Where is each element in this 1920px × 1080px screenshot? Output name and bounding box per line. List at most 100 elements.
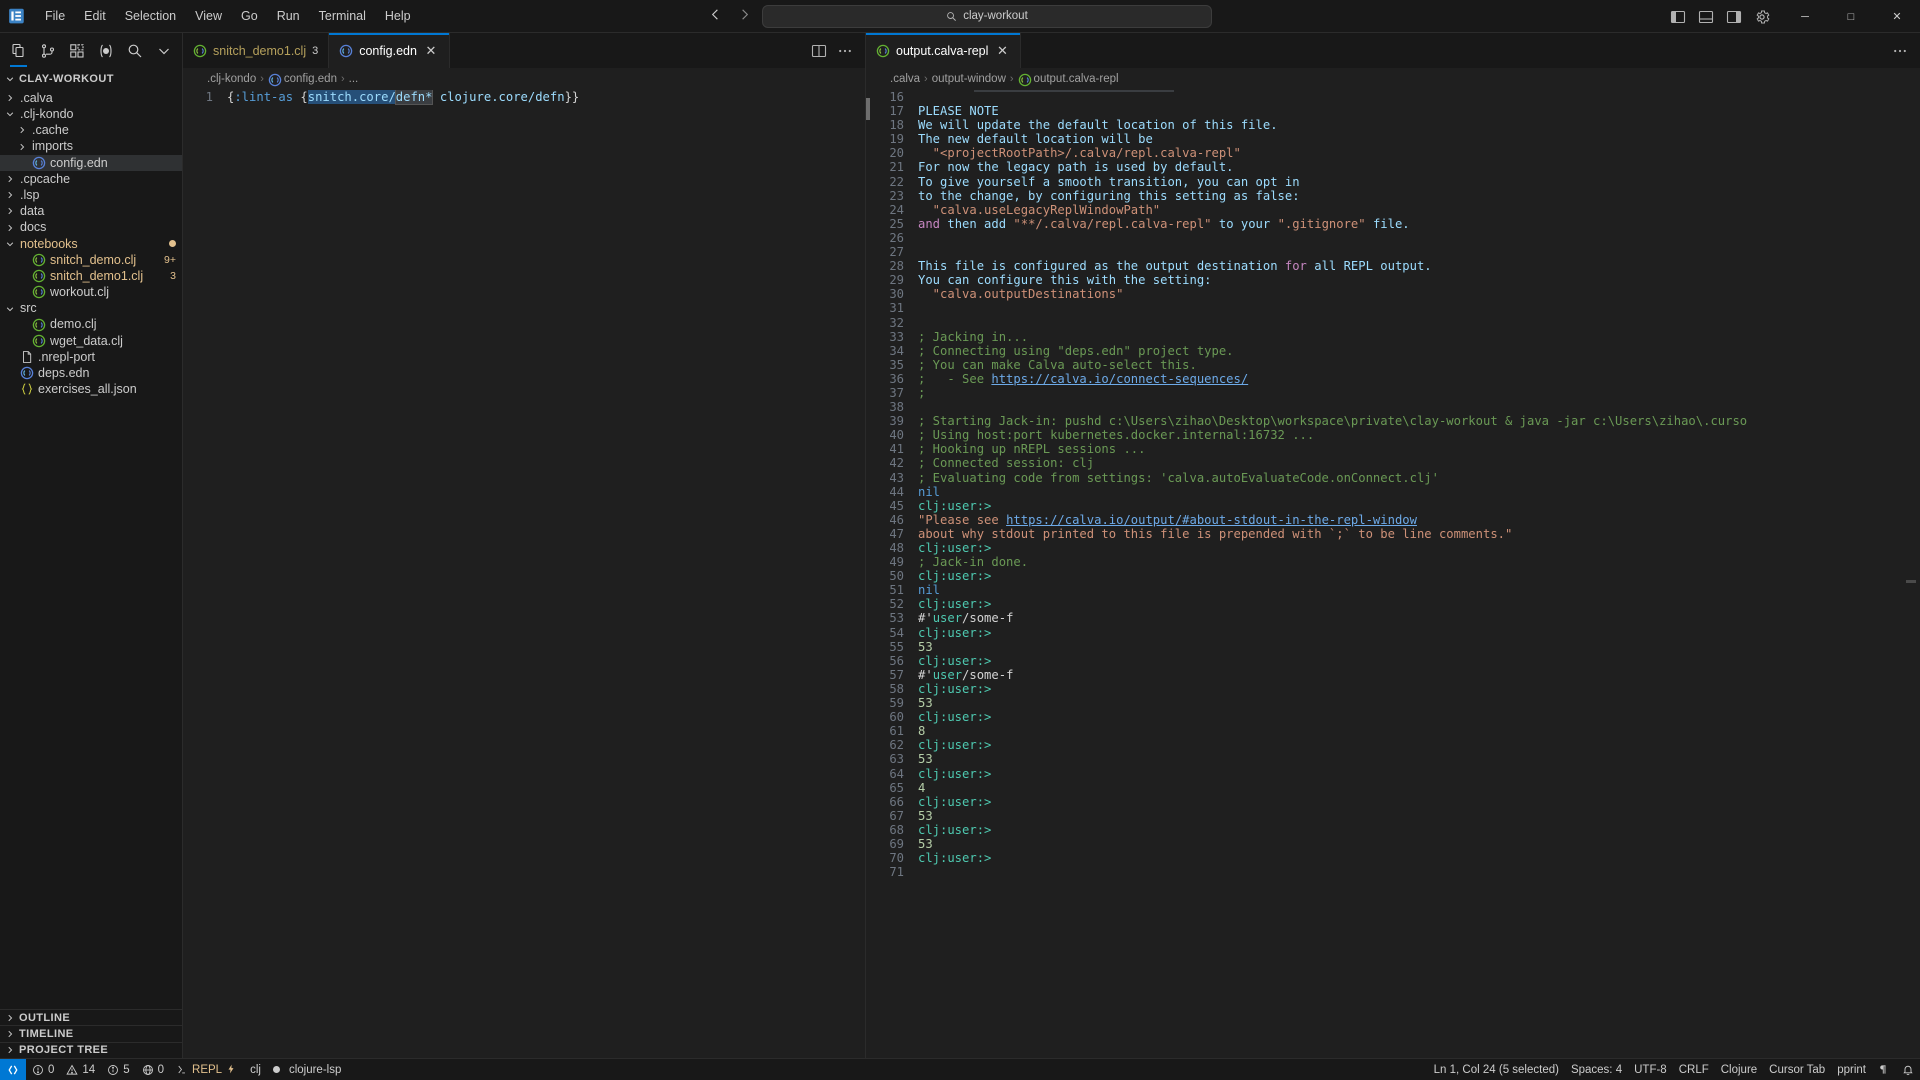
- breadcrumb-item[interactable]: output-window: [932, 73, 1006, 85]
- tree-item-imports[interactable]: imports: [0, 139, 182, 155]
- tree-item-src[interactable]: src: [0, 300, 182, 316]
- status-item-spaces-4[interactable]: Spaces: 4: [1565, 1059, 1628, 1080]
- menu-item-view[interactable]: View: [186, 6, 231, 26]
- tree-item-snitch-demo1-clj[interactable]: snitch_demo1.clj 3: [0, 268, 182, 284]
- arrow-left-icon[interactable]: [708, 7, 723, 26]
- status-item-error[interactable]: 0: [26, 1059, 60, 1080]
- tab-close-icon[interactable]: ✕: [423, 43, 439, 59]
- menu-item-go[interactable]: Go: [232, 6, 267, 26]
- status-left: 0 14 5 0 REPL clj clojure-lsp: [26, 1059, 347, 1080]
- code-line: 26: [866, 231, 1920, 245]
- status-item-ln-1-col-24-5-selected[interactable]: Ln 1, Col 24 (5 selected): [1428, 1059, 1565, 1080]
- scroll-decoration: [974, 90, 1174, 92]
- status-item-clj[interactable]: clj: [244, 1059, 267, 1080]
- tree-item-badge: 3: [170, 270, 176, 283]
- tab-snitch-demo1-clj[interactable]: snitch_demo1.clj 3: [183, 33, 330, 68]
- extensions-icon[interactable]: [64, 38, 89, 64]
- command-center[interactable]: clay-workout: [762, 4, 1212, 28]
- tree-item-exercises-all-json[interactable]: exercises_all.json: [0, 381, 182, 397]
- code-editor-config-edn[interactable]: 1 {:lint-as {snitch.core/defn* clojure.co…: [183, 90, 865, 1058]
- status-item-repl[interactable]: REPL: [170, 1059, 244, 1080]
- arrow-right-icon[interactable]: [737, 7, 752, 26]
- code-line: 55 53: [866, 640, 1920, 654]
- code-token: This file is configured as the output de…: [918, 259, 1285, 274]
- remote-indicator[interactable]: [0, 1058, 26, 1080]
- tree-item-calva[interactable]: .calva: [0, 90, 182, 106]
- tree-item-clj-kondo[interactable]: .clj-kondo: [0, 106, 182, 122]
- status-item-ports[interactable]: 0: [136, 1059, 170, 1080]
- code-token: 53: [918, 752, 933, 767]
- code-line: 67 53: [866, 809, 1920, 823]
- explorer-icon[interactable]: [6, 38, 31, 67]
- tree-item-workout-clj[interactable]: workout.clj: [0, 284, 182, 300]
- menu-item-terminal[interactable]: Terminal: [310, 6, 375, 26]
- maximize-button[interactable]: □: [1828, 0, 1874, 33]
- tree-item-deps-edn[interactable]: deps.edn: [0, 365, 182, 381]
- code-line: 45 clj:user:>: [866, 499, 1920, 513]
- close-button[interactable]: ✕: [1874, 0, 1920, 33]
- line-number: 23: [889, 188, 904, 203]
- paragraph-icon: [1878, 1064, 1890, 1076]
- tree-item-docs[interactable]: docs: [0, 220, 182, 236]
- tree-item-nrepl-port[interactable]: .nrepl-port: [0, 349, 182, 365]
- menu-item-help[interactable]: Help: [376, 6, 420, 26]
- minimap-slider[interactable]: [1906, 580, 1916, 583]
- repl-output-window[interactable]: 16 17 PLEASE NOTE 18 We will update the defa…: [866, 90, 1920, 1058]
- tree-item-wget-data-clj[interactable]: wget_data.clj: [0, 333, 182, 349]
- toggle-primary-sidebar-icon[interactable]: [1670, 9, 1686, 25]
- chevron-down-icon[interactable]: [151, 38, 176, 64]
- tab-output-calva-repl[interactable]: output.calva-repl ✕: [866, 33, 1022, 68]
- tree-item-data[interactable]: data: [0, 203, 182, 219]
- menu-item-edit[interactable]: Edit: [75, 6, 115, 26]
- explorer-section-header[interactable]: CLAY-WORKOUT: [0, 68, 182, 90]
- menu-item-file[interactable]: File: [36, 6, 74, 26]
- source-control-icon[interactable]: [35, 38, 60, 64]
- tree-item-snitch-demo-clj[interactable]: snitch_demo.clj 9+: [0, 252, 182, 268]
- tree-item-demo-clj[interactable]: demo.clj: [0, 317, 182, 333]
- line-content: [918, 316, 1920, 330]
- toggle-panel-icon[interactable]: [1698, 9, 1714, 25]
- chevron-right-icon: [4, 92, 16, 104]
- breadcrumb-item[interactable]: .clj-kondo: [207, 73, 256, 85]
- breadcrumb-item[interactable]: config.edn: [284, 73, 337, 85]
- status-item-info[interactable]: 5: [101, 1059, 135, 1080]
- tree-item-notebooks[interactable]: notebooks: [0, 236, 182, 252]
- status-item-warning[interactable]: 14: [60, 1059, 101, 1080]
- breadcrumb-item[interactable]: .calva: [890, 73, 920, 85]
- sash-handle[interactable]: [866, 98, 870, 120]
- status-item-status-dot[interactable]: clojure-lsp: [267, 1059, 347, 1080]
- tree-item-lsp[interactable]: .lsp: [0, 187, 182, 203]
- toggle-secondary-sidebar-icon[interactable]: [1726, 9, 1742, 25]
- breadcrumb-item[interactable]: output.calva-repl: [1034, 73, 1119, 85]
- split-editor-icon[interactable]: [811, 43, 827, 59]
- status-item-bell-icon[interactable]: [1896, 1059, 1920, 1080]
- sidebar-panel-project-tree[interactable]: PROJECT TREE: [0, 1041, 182, 1058]
- line-content: to the change, by configuring this setti…: [918, 189, 1920, 203]
- line-number: 62: [889, 738, 904, 753]
- more-actions-icon[interactable]: [1892, 43, 1908, 59]
- sidebar-panel-outline[interactable]: OUTLINE: [0, 1009, 182, 1025]
- manage-settings-icon[interactable]: [1754, 9, 1770, 25]
- calva-icon[interactable]: [93, 38, 118, 64]
- tree-item-cpcache[interactable]: .cpcache: [0, 171, 182, 187]
- tab-close-icon[interactable]: ✕: [994, 43, 1010, 59]
- menu-item-selection[interactable]: Selection: [116, 6, 185, 26]
- status-item-clojure[interactable]: Clojure: [1715, 1059, 1763, 1080]
- status-item-cursor-tab[interactable]: Cursor Tab: [1763, 1059, 1831, 1080]
- status-item-crlf[interactable]: CRLF: [1673, 1059, 1715, 1080]
- tree-item-cache[interactable]: .cache: [0, 122, 182, 138]
- line-content: #'user/some-f: [918, 611, 1920, 625]
- sidebar-panel-timeline[interactable]: TIMELINE: [0, 1025, 182, 1041]
- menu-item-run[interactable]: Run: [268, 6, 309, 26]
- line-number: 40: [889, 428, 904, 443]
- breadcrumb-item[interactable]: ...: [349, 73, 359, 85]
- tab-config-edn[interactable]: config.edn ✕: [329, 33, 450, 68]
- code-token: /some-f: [962, 667, 1014, 682]
- status-item-pprint[interactable]: pprint: [1831, 1059, 1872, 1080]
- tree-item-config-edn[interactable]: config.edn: [0, 154, 182, 171]
- search-icon[interactable]: [122, 38, 147, 64]
- status-item-paragraph-icon[interactable]: [1872, 1059, 1896, 1080]
- status-item-utf-8[interactable]: UTF-8: [1628, 1059, 1673, 1080]
- minimize-button[interactable]: ─: [1782, 0, 1828, 33]
- more-actions-icon[interactable]: [837, 43, 853, 59]
